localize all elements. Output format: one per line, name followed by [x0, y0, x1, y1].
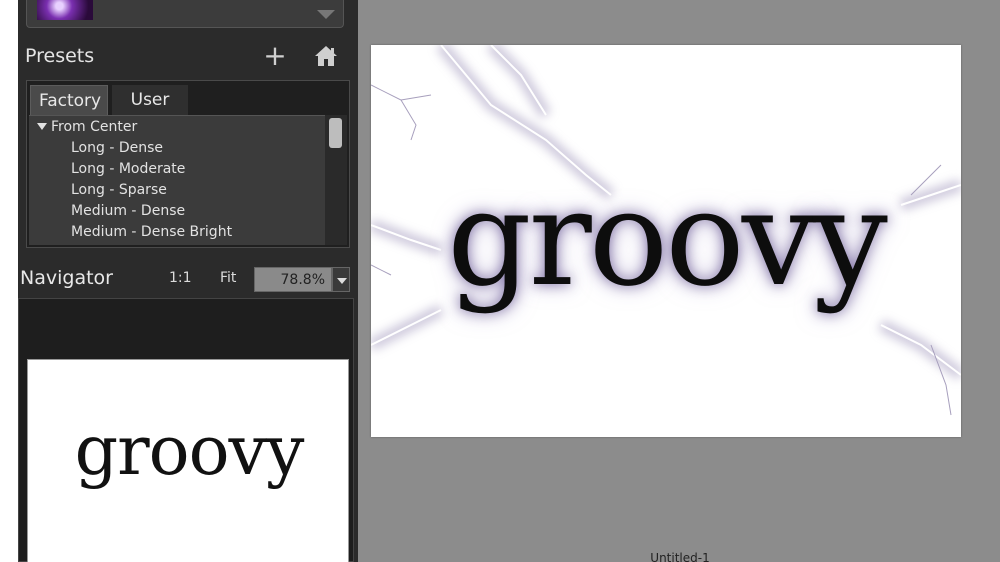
home-icon[interactable]	[314, 45, 338, 67]
preset-item[interactable]: Long - Moderate	[71, 159, 185, 180]
canvas-area[interactable]: groovy Untitled-1	[358, 0, 1000, 562]
triangle-down-icon	[37, 123, 47, 130]
preset-item[interactable]: Medium - Dense Bright	[71, 222, 232, 243]
navigator-title: Navigator	[20, 267, 113, 289]
plus-icon[interactable]: +	[262, 41, 288, 71]
navigator-panel: groovy	[18, 298, 354, 562]
presets-panel: Factory User From Center Long - Dense Lo…	[26, 80, 350, 248]
effect-thumbnail-selector[interactable]	[26, 0, 344, 28]
tab-factory[interactable]: Factory	[30, 85, 108, 115]
preset-item[interactable]: Long - Sparse	[71, 180, 167, 201]
zoom-fit-button[interactable]: Fit	[220, 270, 236, 286]
preset-item[interactable]: Medium - Dense	[71, 201, 185, 222]
navigator-header: Navigator 1:1 Fit 78.8%	[18, 262, 358, 296]
document-canvas[interactable]: groovy	[371, 45, 961, 437]
preset-group-from-center[interactable]: From Center	[37, 117, 137, 138]
preset-group-label: From Center	[51, 119, 138, 135]
navigator-preview[interactable]: groovy	[27, 359, 349, 562]
zoom-actual-button[interactable]: 1:1	[169, 270, 192, 286]
preset-scrollbar[interactable]	[325, 115, 347, 245]
presets-header: Presets +	[18, 40, 358, 74]
document-name: Untitled-1	[650, 551, 710, 562]
tab-user[interactable]: User	[112, 85, 188, 115]
scrollbar-thumb[interactable]	[329, 118, 342, 148]
preset-list: From Center Long - Dense Long - Moderate…	[29, 115, 325, 245]
presets-title: Presets	[25, 45, 95, 67]
preset-item[interactable]: Long - Dense	[71, 138, 163, 159]
zoom-dropdown-button[interactable]	[332, 267, 350, 292]
lightning-thumbnail	[37, 0, 93, 20]
chevron-down-icon[interactable]	[317, 10, 335, 19]
left-panel: Presets + Factory User From Center Long …	[0, 0, 358, 562]
document-text: groovy	[447, 162, 888, 316]
zoom-input[interactable]: 78.8%	[254, 267, 332, 292]
navigator-preview-text: groovy	[74, 412, 305, 491]
